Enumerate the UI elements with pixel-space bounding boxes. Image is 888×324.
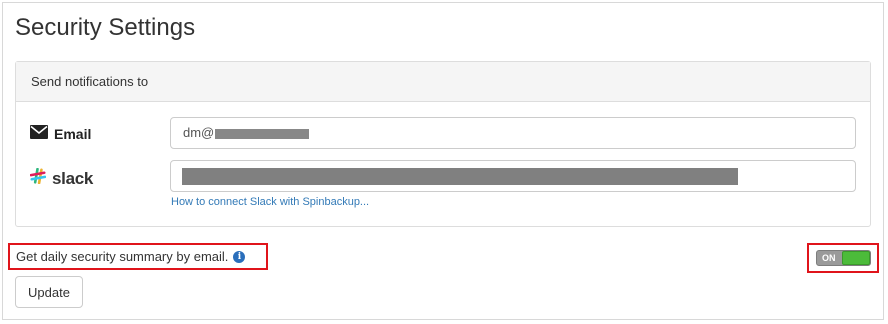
panel-heading: Send notifications to bbox=[16, 62, 870, 102]
redacted-block bbox=[215, 128, 310, 139]
email-row-label: Email bbox=[30, 125, 91, 142]
daily-summary-toggle-box: ON bbox=[807, 243, 879, 273]
update-button[interactable]: Update bbox=[15, 276, 83, 308]
slack-help-link[interactable]: How to connect Slack with Spinbackup... bbox=[171, 196, 369, 208]
daily-summary-toggle[interactable]: ON bbox=[816, 250, 871, 266]
redacted-block bbox=[182, 168, 738, 185]
email-value: dm@ bbox=[183, 125, 215, 140]
toggle-knob bbox=[842, 251, 870, 265]
info-icon[interactable]: i bbox=[233, 250, 246, 263]
email-field[interactable]: dm@ bbox=[170, 117, 856, 149]
daily-summary-label-box: Get daily security summary by email. i bbox=[8, 243, 268, 270]
slack-row-label: slack bbox=[29, 167, 94, 189]
slack-webhook-field[interactable] bbox=[170, 160, 856, 192]
slack-icon bbox=[29, 167, 47, 189]
slack-label: slack bbox=[52, 168, 94, 188]
toggle-state-label: ON bbox=[822, 253, 836, 263]
daily-summary-label: Get daily security summary by email. bbox=[16, 249, 229, 264]
page-title: Security Settings bbox=[15, 14, 196, 41]
notifications-panel: Send notifications to Email dm@ slack Ho… bbox=[15, 61, 871, 227]
email-label: Email bbox=[54, 125, 92, 142]
envelope-icon bbox=[30, 125, 48, 142]
